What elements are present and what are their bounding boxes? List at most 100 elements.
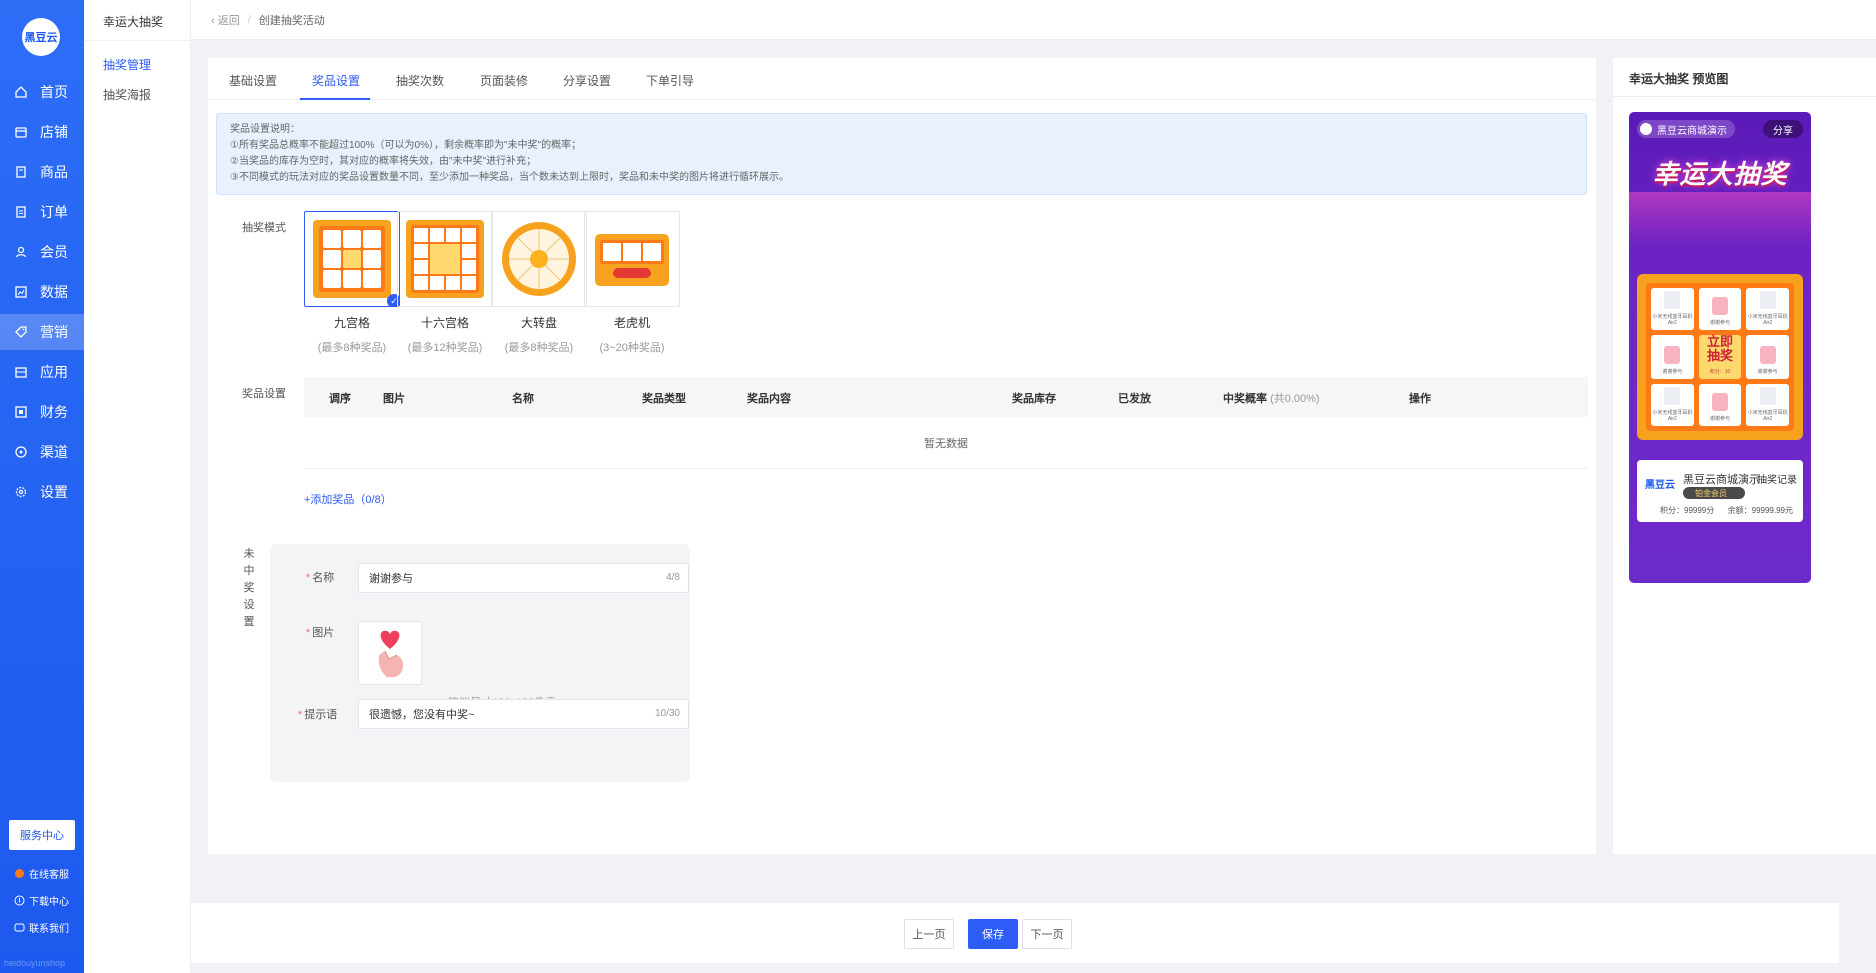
cell-text: 小米无线蓝牙耳机Air2 — [1747, 410, 1788, 422]
brand-watermark: heidouyunshop — [4, 958, 66, 968]
store-icon — [14, 125, 28, 139]
wheel-thumbnail — [500, 220, 578, 298]
online-service-link[interactable]: 在线客服 — [14, 866, 69, 881]
sidebar-item-label: 商品 — [40, 164, 68, 180]
brand-logo[interactable]: 黑豆云 — [22, 18, 60, 56]
share-button[interactable]: 分享 — [1763, 120, 1803, 138]
sidebar-item-order[interactable]: 订单 — [0, 194, 84, 230]
cell-text: 小米无线蓝牙耳机Air2 — [1652, 410, 1693, 422]
notice-line: ②当奖品的库存为空时，其对应的概率将失效，由"未中奖"进行补充； — [230, 156, 537, 167]
lottery-record-link[interactable]: 抽奖记录 — [1757, 471, 1797, 486]
sidebar-item-home[interactable]: 首页 — [0, 74, 84, 110]
back-label: 返回 — [217, 14, 240, 27]
tab-order-guide[interactable]: 下单引导 — [646, 72, 694, 89]
earbuds-image — [1759, 387, 1776, 405]
sidebar-item-label: 财务 — [40, 404, 68, 420]
contact-us-link[interactable]: 联系我们 — [14, 920, 69, 935]
mode-option-wheel[interactable] — [491, 211, 587, 307]
cell-text: 谢谢参与 — [1757, 369, 1778, 375]
sidebar-item-app[interactable]: 应用 — [0, 354, 84, 390]
earbuds-image — [1759, 291, 1776, 309]
sidebar-item-data[interactable]: 数据 — [0, 274, 84, 310]
back-link[interactable]: ‹ 返回 — [211, 12, 240, 28]
sidebar-item-label: 应用 — [40, 364, 68, 380]
member-level-badge: 铂金会员 — [1683, 487, 1745, 499]
column-header-probability: 中奖概率 (共0.00%) — [1223, 390, 1320, 406]
miss-name-input[interactable]: 谢谢参与 4/8 — [358, 563, 689, 593]
user-name: 黑豆云商城演示 — [1683, 474, 1760, 486]
save-button[interactable]: 保存 — [968, 919, 1018, 949]
grid-cell: 小米无线蓝牙耳机Air2 — [1651, 288, 1694, 330]
miss-image-label-text: 图片 — [312, 627, 335, 639]
heart-hand-image — [1711, 393, 1728, 411]
tab-share[interactable]: 分享设置 — [563, 72, 611, 89]
channel-icon — [14, 445, 28, 459]
miss-tip-input[interactable]: 很遗憾，您没有中奖~ 10/30 — [358, 699, 689, 729]
tab-draw-times[interactable]: 抽奖次数 — [396, 72, 444, 89]
probability-total: (共0.00%) — [1270, 393, 1320, 405]
tab-prizes[interactable]: 奖品设置 — [312, 72, 360, 89]
column-header: 调序 — [329, 393, 351, 405]
subnav-item-lottery-manage[interactable]: 抽奖管理 — [103, 56, 151, 73]
service-center-button[interactable]: 服务中心 — [9, 820, 75, 850]
sidebar-item-label: 会员 — [40, 244, 68, 260]
draw-now-button[interactable]: 立即抽奖 积分：10 — [1698, 335, 1742, 379]
user-logo: 黑豆云 — [1645, 480, 1675, 491]
tab-page-decor[interactable]: 页面装修 — [480, 72, 528, 89]
user-balance: 余额：99999.99元 — [1727, 506, 1793, 515]
sixteen-grid-thumbnail — [406, 220, 484, 298]
tag-icon — [14, 325, 28, 339]
prize-settings-label: 奖品设置 — [242, 388, 286, 400]
sidebar-item-member[interactable]: 会员 — [0, 234, 84, 270]
mode-name: 老虎机 — [613, 316, 650, 330]
download-center-label: 下载中心 — [29, 897, 69, 908]
sidebar-item-finance[interactable]: 财务 — [0, 394, 84, 430]
heart-hand-image — [1664, 346, 1681, 364]
cell-text: 谢谢参与 — [1662, 369, 1683, 375]
download-center-link[interactable]: 下载中心 — [14, 893, 69, 908]
draw-cost: 积分：10 — [1709, 369, 1731, 375]
tab-basic[interactable]: 基础设置 — [229, 72, 277, 89]
next-page-button[interactable]: 下一页 — [1022, 919, 1072, 949]
miss-image-upload[interactable] — [358, 621, 422, 685]
heart-hand-icon — [378, 630, 404, 678]
cell-text: 谢谢参与 — [1709, 320, 1730, 326]
lottery-grid: 小米无线蓝牙耳机Air2 谢谢参与 小米无线蓝牙耳机Air2 谢谢参与 立即抽奖… — [1646, 283, 1794, 431]
miss-image-label: * 图片 — [306, 627, 335, 639]
mode-desc: (最多8种奖品) — [504, 342, 574, 354]
subnav-divider — [84, 40, 191, 41]
gear-icon — [14, 485, 28, 499]
mode-option-sixteen-grid[interactable] — [397, 211, 493, 307]
grid-cell: 谢谢参与 — [1651, 335, 1694, 379]
subnav-item-lottery-poster[interactable]: 抽奖海报 — [103, 86, 151, 103]
mode-option-slot-machine[interactable] — [584, 211, 680, 307]
prize-notice: 奖品设置说明： ①所有奖品总概率不能超过100%（可以为0%），剩余概率即为"未… — [216, 113, 1587, 195]
breadcrumb: ‹ 返回 / 创建抽奖活动 — [191, 0, 1876, 40]
sidebar-item-channel[interactable]: 渠道 — [0, 434, 84, 470]
prize-table-header: 调序 图片 名称 奖品类型 奖品内容 奖品库存 已发放 中奖概率 (共0.00%… — [304, 377, 1588, 417]
user-points: 积分：99999分 — [1660, 506, 1715, 515]
active-tab-indicator — [300, 98, 370, 100]
miss-tip-label: * 提示语 — [298, 709, 338, 721]
cell-text: 谢谢参与 — [1709, 416, 1730, 422]
heart-hand-image — [1711, 297, 1728, 315]
sidebar-item-marketing[interactable]: 营销 — [0, 314, 84, 350]
goods-icon — [14, 165, 28, 179]
notice-line: ①所有奖品总概率不能超过100%（可以为0%），剩余概率即为"未中奖"的概率； — [230, 140, 582, 151]
sidebar-item-store[interactable]: 店铺 — [0, 114, 84, 150]
sidebar-item-goods[interactable]: 商品 — [0, 154, 84, 190]
mode-desc: (3~20种奖品) — [599, 342, 665, 354]
sidebar-item-label: 首页 — [40, 84, 68, 100]
column-header: 奖品库存 — [1012, 393, 1056, 405]
add-prize-button[interactable]: +添加奖品（0/8） — [304, 491, 392, 507]
sidebar-item-label: 数据 — [40, 284, 68, 300]
subnav-title: 幸运大抽奖 — [103, 15, 164, 29]
sidebar-item-label: 营销 — [40, 324, 68, 340]
mode-option-nine-grid[interactable]: ✓ — [304, 211, 400, 307]
heart-hand-image — [1759, 346, 1776, 364]
sidebar-item-settings[interactable]: 设置 — [0, 474, 84, 510]
sidebar-item-label: 店铺 — [40, 124, 68, 140]
prev-page-button[interactable]: 上一页 — [904, 919, 954, 949]
order-icon — [14, 205, 28, 219]
column-header: 已发放 — [1118, 393, 1151, 405]
